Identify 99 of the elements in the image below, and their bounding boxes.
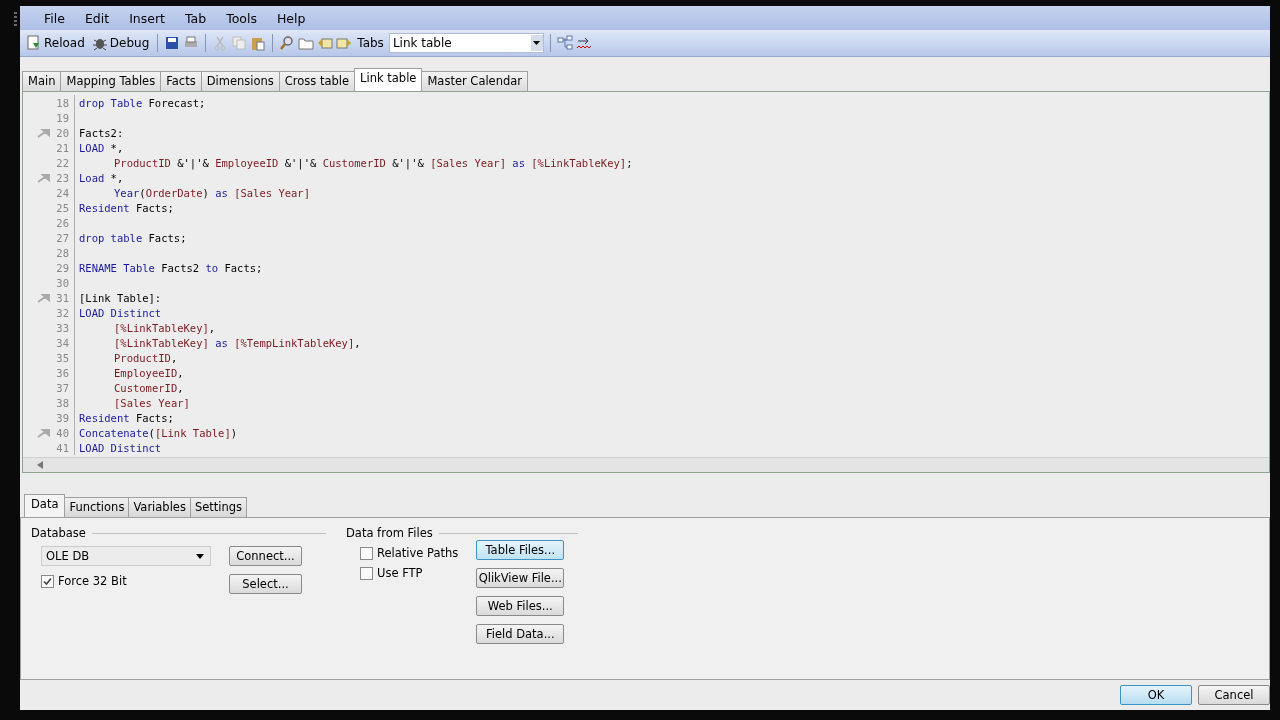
line-number: 40: [56, 426, 69, 439]
line-number: 24: [56, 186, 69, 199]
line-number: 25: [56, 201, 69, 214]
script-editor[interactable]: [22, 91, 1270, 473]
pin-icon: [37, 127, 51, 138]
panel-tab[interactable]: Variables: [128, 497, 191, 517]
code-line: [%LinkTableKey] as [%TempLinkTableKey],: [114, 336, 361, 349]
code-line: Load *,: [79, 171, 124, 184]
file-button[interactable]: Table Files...: [476, 540, 565, 560]
line-number: 41: [56, 441, 69, 454]
folder-icon[interactable]: [298, 35, 315, 51]
line-number: 32: [56, 306, 69, 319]
menu-item[interactable]: Help: [268, 8, 314, 28]
checkbox[interactable]: [41, 574, 54, 588]
syntax-check-icon[interactable]: [575, 35, 592, 51]
line-number: 22: [56, 156, 69, 169]
line-number: 38: [56, 396, 69, 409]
code-line: CustomerID,: [114, 381, 184, 394]
group-title: Database: [31, 526, 86, 540]
code-line: LOAD Distinct: [79, 306, 162, 319]
checkbox-label: Use FTP: [377, 566, 423, 580]
code-line: Resident Facts;: [79, 411, 174, 424]
code-line: drop table Facts;: [79, 231, 187, 244]
script-tab[interactable]: Link table: [354, 68, 423, 91]
menu-item[interactable]: Insert: [121, 8, 173, 28]
code-line: [Link Table]:: [79, 291, 162, 304]
code-line: RENAME Table Facts2 to Facts;: [79, 261, 263, 274]
code-line: Facts2:: [79, 126, 124, 139]
menu-item[interactable]: File: [36, 8, 73, 28]
reload-button[interactable]: Reload: [24, 34, 87, 52]
script-tab[interactable]: Facts: [160, 71, 202, 91]
debug-button[interactable]: Debug: [89, 34, 152, 52]
scroll-left-icon[interactable]: [37, 461, 43, 469]
caret-icon: [196, 553, 204, 559]
tab-left-icon[interactable]: [317, 35, 334, 51]
code-line: ProductID,: [114, 351, 178, 364]
script-tab[interactable]: Cross table: [278, 71, 356, 91]
file-button[interactable]: QlikView File...: [476, 568, 565, 588]
code-line: [%LinkTableKey],: [114, 321, 216, 334]
line-number: 29: [56, 261, 69, 274]
script-tab[interactable]: Main: [22, 71, 62, 91]
line-number: 39: [56, 411, 69, 424]
database-dropdown[interactable]: OLE DB: [41, 546, 211, 566]
line-number: 28: [56, 246, 69, 259]
script-tab[interactable]: Dimensions: [200, 71, 280, 91]
panel-tab[interactable]: Functions: [64, 497, 130, 517]
panel-tab[interactable]: Settings: [189, 497, 248, 517]
line-number: 36: [56, 366, 69, 379]
paste-icon[interactable]: [250, 35, 267, 51]
pin-icon: [37, 427, 51, 438]
line-number: 35: [56, 351, 69, 364]
document-icon: [26, 35, 42, 51]
code-line: Concatenate([Link Table]): [79, 426, 238, 439]
menu-item[interactable]: Tab: [177, 8, 215, 28]
script-tab[interactable]: Master Calendar: [421, 71, 529, 91]
code-line: EmployeeID,: [114, 366, 184, 379]
code-line: Year(OrderDate) as [Sales Year]: [114, 186, 310, 199]
tab-right-icon[interactable]: [336, 35, 353, 51]
dialog-button[interactable]: Cancel: [1198, 685, 1270, 705]
line-number: 23: [56, 171, 69, 184]
line-number: 31: [56, 291, 69, 304]
code-line: [Sales Year]: [114, 396, 190, 409]
checkbox[interactable]: [360, 546, 373, 560]
search-icon[interactable]: [279, 35, 296, 51]
line-number: 19: [56, 111, 69, 124]
line-number: 34: [56, 336, 69, 349]
caret-icon: [533, 41, 541, 45]
tabs-label: Tabs: [356, 35, 385, 51]
menu-item[interactable]: Edit: [76, 8, 118, 28]
code-line: Resident Facts;: [79, 201, 174, 214]
file-button[interactable]: Field Data...: [476, 624, 565, 644]
checkbox[interactable]: [360, 566, 373, 580]
line-number: 27: [56, 231, 69, 244]
panel-tab[interactable]: Data: [24, 494, 66, 517]
menu-item[interactable]: Tools: [218, 8, 265, 28]
database-button[interactable]: Select...: [229, 574, 302, 594]
line-number: 37: [56, 381, 69, 394]
line-number: 21: [56, 141, 69, 154]
code-line: drop Table Forecast;: [79, 96, 206, 109]
save-icon[interactable]: [164, 35, 181, 51]
line-number: 26: [56, 216, 69, 229]
script-tab[interactable]: Mapping Tables: [60, 71, 162, 91]
pin-icon: [37, 292, 51, 303]
code-line: ProductID &'|'& EmployeeID &'|'& CustomerID &'|'& [Sales Year] as [%LinkTableKey];: [114, 156, 633, 169]
line-number: 18: [56, 96, 69, 109]
line-number: 30: [56, 276, 69, 289]
checkbox-label: Relative Paths: [377, 546, 459, 560]
group-title: Data from Files: [346, 526, 433, 540]
code-line: LOAD Distinct: [79, 441, 162, 454]
dialog-button[interactable]: OK: [1120, 685, 1192, 705]
checkbox-label: Force 32 Bit: [58, 574, 127, 588]
code-line: LOAD *,: [79, 141, 124, 154]
database-button[interactable]: Connect...: [229, 546, 302, 566]
line-number: 20: [56, 126, 69, 139]
table-viewer-icon[interactable]: [556, 35, 573, 51]
line-number: 33: [56, 321, 69, 334]
pin-icon: [37, 172, 51, 183]
file-button[interactable]: Web Files...: [476, 596, 565, 616]
tabs-dropdown[interactable]: Link table: [388, 33, 544, 53]
